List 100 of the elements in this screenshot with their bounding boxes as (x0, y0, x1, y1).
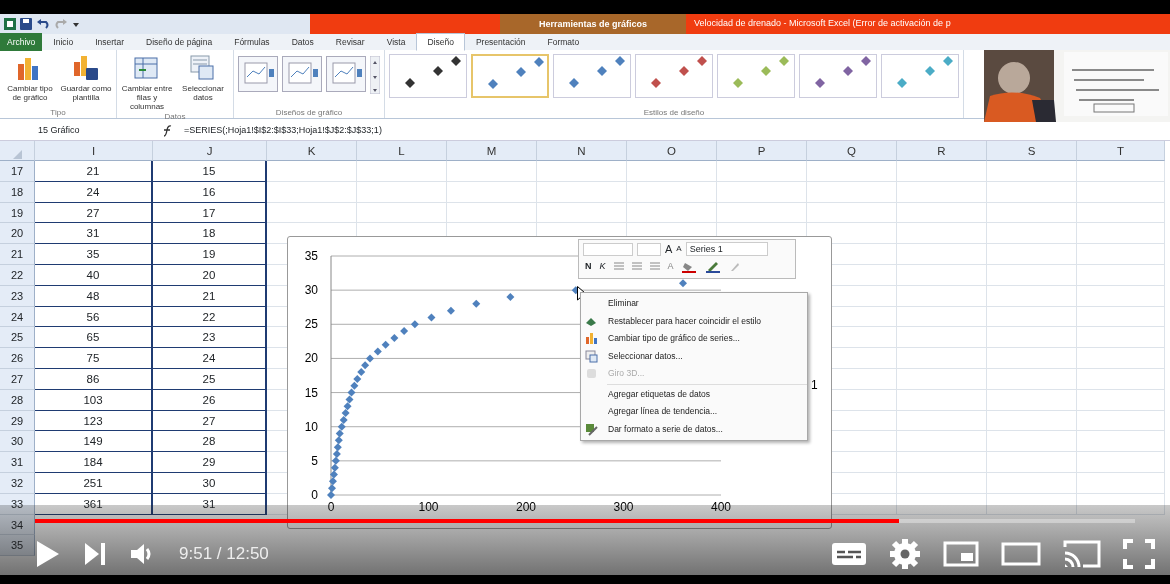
ribbon-tab[interactable]: Datos (280, 33, 325, 51)
column-header[interactable]: P (717, 141, 807, 161)
ribbon-button[interactable]: Cambiar tipo de gráfico (4, 52, 56, 102)
bar-chart-icon (189, 54, 217, 82)
fill-color-icon[interactable] (681, 260, 698, 273)
style-thumbnail[interactable] (881, 54, 959, 98)
layout-thumbnail[interactable] (326, 56, 366, 92)
row-header[interactable]: 19 (0, 202, 35, 224)
bold-button[interactable]: N (585, 260, 592, 274)
menu-item[interactable]: Agregar línea de tendencia... (581, 403, 807, 421)
row-header[interactable]: 35 (0, 535, 35, 557)
ribbon-tab[interactable]: Revisar (324, 33, 376, 51)
legend-text: 1 (811, 378, 818, 392)
row-header[interactable]: 24 (0, 306, 35, 328)
column-header[interactable]: T (1077, 141, 1165, 161)
shrink-font-button[interactable]: A (676, 243, 682, 255)
style-thumbnail[interactable] (635, 54, 713, 98)
axis-tick-label: 300 (613, 500, 634, 514)
menu-item[interactable]: Eliminar (581, 295, 807, 313)
row-header[interactable]: 27 (0, 368, 35, 390)
formula-field[interactable]: =SERIES(;Hoja1!$I$2:$I$33;Hoja1!$J$2:$J$33;1) (184, 123, 1170, 138)
table-cell: 29 (153, 452, 267, 473)
next-button[interactable] (83, 541, 107, 567)
style-thumbnail[interactable] (553, 54, 631, 98)
row-header[interactable]: 18 (0, 181, 35, 203)
font-color-button[interactable]: A (667, 260, 674, 274)
table-cell: 21 (35, 161, 153, 182)
style-thumbnail[interactable] (717, 54, 795, 98)
column-header[interactable]: Q (807, 141, 897, 161)
table-cell: 86 (35, 368, 153, 390)
file-tab[interactable]: Archivo (0, 33, 43, 51)
italic-button[interactable]: K (599, 260, 606, 274)
row-header[interactable]: 22 (0, 265, 35, 286)
style-thumbnail[interactable] (389, 54, 467, 98)
theater-mode-button[interactable] (1001, 542, 1041, 566)
row-header[interactable]: 32 (0, 472, 35, 494)
menu-item[interactable]: Restablecer para hacer coincidir el estilo (581, 312, 807, 330)
layout-thumbnail[interactable] (282, 56, 322, 92)
row-header[interactable]: 31 (0, 452, 35, 473)
name-box[interactable]: 15 Gráfico (0, 123, 120, 138)
fullscreen-button[interactable] (1123, 539, 1155, 569)
line-color-icon[interactable] (705, 260, 722, 273)
column-header[interactable]: N (537, 141, 627, 161)
column-header[interactable]: M (447, 141, 537, 161)
axis-tick-label: 35 (304, 249, 318, 263)
column-header[interactable]: R (897, 141, 987, 161)
column-header[interactable]: L (357, 141, 447, 161)
gallery-scroll-icon[interactable] (370, 56, 380, 94)
row-header[interactable]: 30 (0, 431, 35, 453)
row-header[interactable]: 17 (0, 161, 35, 182)
progress-track[interactable] (35, 519, 1135, 523)
ribbon-button[interactable]: Guardar como plantilla (60, 52, 112, 102)
menu-item[interactable]: Dar formato a serie de datos... (581, 420, 807, 438)
subtitles-button[interactable] (831, 542, 867, 566)
ribbon-tab[interactable]: Diseño de página (135, 33, 224, 51)
ribbon-tab[interactable]: Insertar (84, 33, 135, 51)
play-button[interactable] (35, 539, 61, 569)
ribbon-tab[interactable]: Formato (536, 33, 591, 51)
group-label: Datos (163, 111, 187, 122)
row-header[interactable]: 25 (0, 327, 35, 349)
table-cell: 23 (153, 327, 267, 349)
menu-item-icon (585, 367, 598, 381)
group-label: Estilos de diseño (642, 107, 706, 118)
grow-font-button[interactable]: A (665, 240, 673, 258)
layout-thumbnail[interactable] (238, 56, 278, 92)
ribbon-button[interactable]: Seleccionar datos (177, 52, 229, 102)
column-header[interactable]: K (267, 141, 357, 161)
axis-tick-label: 30 (304, 283, 318, 298)
style-thumbnail[interactable] (471, 54, 549, 98)
row-header[interactable]: 29 (0, 410, 35, 432)
ribbon-tab[interactable]: Fórmulas (223, 33, 281, 51)
ribbon-tab[interactable]: Diseño (416, 33, 465, 51)
miniplayer-button[interactable] (943, 541, 979, 567)
table-cell: 21 (153, 285, 267, 307)
column-header[interactable]: O (627, 141, 717, 161)
column-header[interactable]: S (987, 141, 1077, 161)
row-header[interactable]: 26 (0, 348, 35, 369)
menu-item[interactable]: Seleccionar datos... (581, 347, 807, 365)
table-cell: 103 (35, 389, 153, 411)
ribbon-tab[interactable]: Presentación (464, 33, 537, 51)
column-header[interactable]: J (153, 141, 267, 161)
ribbon-tab[interactable]: Vista (375, 33, 417, 51)
row-header[interactable]: 33 (0, 493, 35, 515)
cast-button[interactable] (1063, 539, 1101, 569)
ribbon-button[interactable]: Cambiar entre filas y columnas (121, 52, 173, 111)
style-thumbnail[interactable] (799, 54, 877, 98)
menu-item[interactable]: Cambiar tipo de gráfico de series... (581, 330, 807, 348)
save-icon[interactable] (20, 18, 32, 30)
menu-item[interactable]: Agregar etiquetas de datos (581, 385, 807, 403)
row-header[interactable]: 34 (0, 514, 35, 536)
row-header[interactable]: 28 (0, 389, 35, 411)
series-dropdown[interactable]: Series 1 (685, 242, 768, 256)
row-header[interactable]: 20 (0, 223, 35, 245)
undo-icon[interactable] (36, 18, 50, 30)
ribbon-tab[interactable]: Inicio (42, 33, 85, 51)
table-cell: 16 (153, 181, 267, 203)
row-header[interactable]: 23 (0, 285, 35, 307)
row-header[interactable]: 21 (0, 244, 35, 265)
settings-button[interactable] (889, 538, 921, 570)
column-header[interactable]: I (35, 141, 153, 161)
